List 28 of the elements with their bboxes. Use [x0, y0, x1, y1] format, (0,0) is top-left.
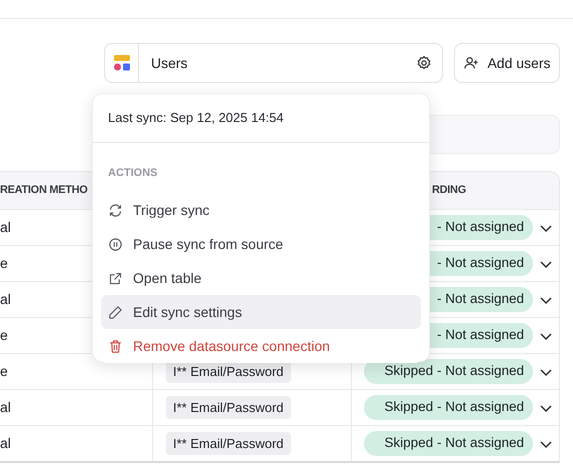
pause-icon: [108, 236, 123, 252]
table-cell-text: e: [0, 362, 8, 381]
status-badge: Skipped - Not assigned: [364, 395, 533, 420]
auth-method-tag: I** Email/Password: [166, 396, 291, 420]
table-cell-text: al: [0, 434, 11, 453]
status-badge: Skipped - Not assigned: [364, 431, 533, 456]
sync-icon: [108, 202, 123, 218]
add-user-icon: [463, 55, 480, 71]
table-cell-text: al: [0, 290, 11, 309]
column-header: REATION METHO: [0, 184, 88, 196]
column-header: RDING: [432, 184, 466, 196]
table-cell-text: e: [0, 254, 8, 273]
pencil-icon: [108, 304, 123, 320]
auth-method-tag: I** Email/Password: [166, 432, 291, 456]
menu-item[interactable]: Edit sync settings: [101, 295, 421, 329]
trash-icon: [108, 338, 123, 354]
section-heading: ACTIONS: [108, 167, 158, 179]
app-logo-icon: [114, 55, 130, 71]
add-users-button[interactable]: Add users: [454, 43, 560, 83]
settings-icon[interactable]: [416, 55, 432, 71]
datasource-selector[interactable]: Users: [104, 43, 443, 83]
datasource-name: Users: [151, 54, 189, 72]
table-cell-text: e: [0, 326, 8, 345]
last-sync-text: Last sync: Sep 12, 2025 14:54: [108, 109, 284, 128]
table-cell-text: al: [0, 398, 11, 417]
table-cell-text: al: [0, 218, 11, 237]
status-badge: Skipped - Not assigned: [364, 359, 533, 384]
external-link-icon: [108, 270, 123, 286]
